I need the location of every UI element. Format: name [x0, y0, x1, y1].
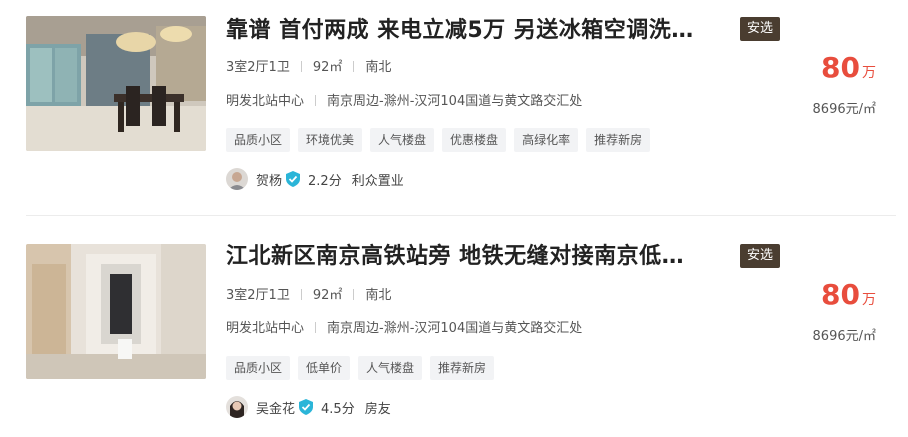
listing-photo[interactable] [26, 244, 206, 379]
district-name: 明发北站中心 [226, 94, 305, 109]
divider [315, 322, 317, 333]
agent-score: 2.2分 [308, 173, 342, 189]
feature-tag: 环境优美 [298, 128, 363, 152]
district-name: 明发北站中心 [226, 321, 305, 336]
listing-card[interactable]: 靠谱 首付两成 来电立减5万 另送冰箱空调洗… 安选 3室2厅1卫 92㎡ 南北 明… [0, 0, 908, 218]
listing-card[interactable]: 江北新区南京高铁站旁 地铁无缝对接南京低… 安选 3室2厅1卫 92㎡ 南北 明发北… [0, 219, 908, 437]
agent-company: 房友 [364, 401, 391, 417]
agent-avatar[interactable] [226, 396, 248, 418]
verified-select-badge: 安选 [740, 244, 781, 268]
agent-avatar[interactable] [226, 168, 248, 190]
listing-photo[interactable] [26, 16, 206, 151]
room-layout: 3室2厅1卫 [226, 288, 290, 303]
feature-tags: 品质小区 低单价 人气楼盘 推荐新房 [226, 356, 495, 380]
total-price: 80 万 [821, 277, 876, 313]
feature-tag: 优惠楼盘 [442, 128, 507, 152]
price-unit: 万 [862, 292, 876, 308]
shield-check-icon [286, 171, 301, 187]
listing-specs: 3室2厅1卫 92㎡ 南北 [226, 59, 391, 77]
listing-location: 明发北站中心 南京周边-滁州-汉河104国道与黄文路交汇处 [226, 93, 582, 111]
feature-tag: 高绿化率 [514, 128, 579, 152]
feature-tag: 品质小区 [226, 356, 291, 380]
listing-title[interactable]: 靠谱 首付两成 来电立减5万 另送冰箱空调洗… [226, 16, 726, 46]
agent-name[interactable]: 贺杨 [256, 170, 282, 189]
feature-tag: 人气楼盘 [358, 356, 423, 380]
divider [315, 95, 317, 106]
agent-score: 4.5分 [321, 401, 355, 417]
price-number: 80 [821, 278, 860, 311]
floor-area: 92㎡ [312, 60, 343, 75]
agent-info[interactable]: 贺杨 2.2分 利众置业 [226, 167, 404, 191]
divider [353, 289, 355, 300]
listing-title[interactable]: 江北新区南京高铁站旁 地铁无缝对接南京低… [226, 242, 726, 272]
divider [300, 289, 302, 300]
listing-location: 明发北站中心 南京周边-滁州-汉河104国道与黄文路交汇处 [226, 320, 582, 338]
feature-tag: 推荐新房 [586, 128, 651, 152]
address: 南京周边-滁州-汉河104国道与黄文路交汇处 [327, 321, 583, 336]
feature-tag: 推荐新房 [430, 356, 495, 380]
total-price: 80 万 [821, 50, 876, 86]
address: 南京周边-滁州-汉河104国道与黄文路交汇处 [327, 94, 583, 109]
list-divider [26, 215, 896, 216]
price-number: 80 [821, 51, 860, 84]
floor-area: 92㎡ [312, 288, 343, 303]
feature-tags: 品质小区 环境优美 人气楼盘 优惠楼盘 高绿化率 推荐新房 [226, 128, 651, 152]
verified-select-badge: 安选 [740, 17, 781, 41]
unit-price: 8696元/㎡ [812, 329, 876, 344]
unit-price: 8696元/㎡ [812, 102, 876, 117]
listing-specs: 3室2厅1卫 92㎡ 南北 [226, 287, 391, 305]
feature-tag: 人气楼盘 [370, 128, 435, 152]
shield-check-icon [299, 399, 314, 415]
price-unit: 万 [862, 65, 876, 81]
feature-tag: 低单价 [298, 356, 351, 380]
orientation: 南北 [365, 288, 392, 303]
divider [353, 61, 355, 72]
agent-company: 利众置业 [351, 173, 404, 189]
agent-info[interactable]: 吴金花 4.5分 房友 [226, 395, 391, 419]
room-layout: 3室2厅1卫 [226, 60, 290, 75]
feature-tag: 品质小区 [226, 128, 291, 152]
divider [300, 61, 302, 72]
agent-name[interactable]: 吴金花 [256, 398, 295, 417]
orientation: 南北 [365, 60, 392, 75]
